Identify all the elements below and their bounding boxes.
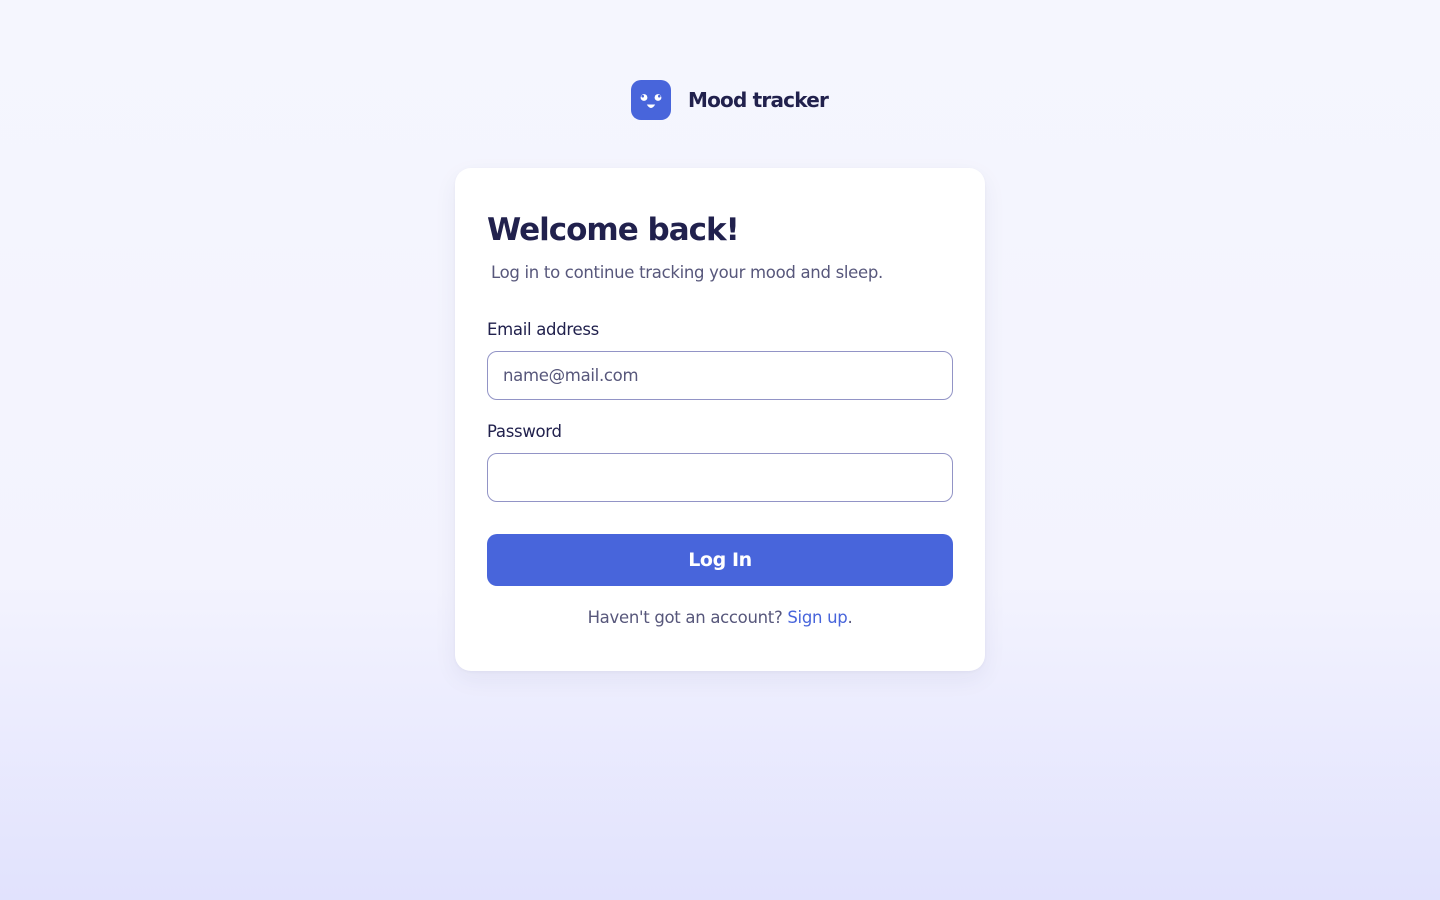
signup-link[interactable]: Sign up — [787, 608, 847, 627]
page-title: Welcome back! — [487, 212, 740, 248]
password-label: Password — [487, 422, 562, 441]
email-label: Email address — [487, 320, 599, 339]
smiley-face-icon — [631, 80, 671, 120]
signup-suffix: . — [847, 608, 853, 627]
signup-prompt: Haven't got an account? Sign up. — [455, 608, 985, 627]
email-field[interactable] — [487, 351, 953, 400]
login-card: Welcome back! Log in to continue trackin… — [455, 168, 985, 671]
login-button[interactable]: Log In — [487, 534, 953, 586]
page-subtitle: Log in to continue tracking your mood an… — [491, 263, 883, 282]
app-name: Mood tracker — [688, 88, 829, 112]
brand-header: Mood tracker — [631, 80, 829, 120]
signup-prompt-text: Haven't got an account? — [587, 608, 783, 627]
password-field[interactable] — [487, 453, 953, 502]
